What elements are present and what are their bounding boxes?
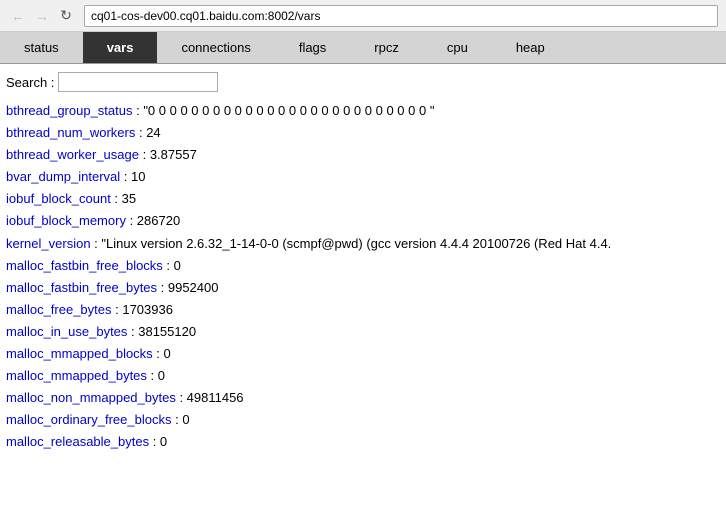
nav-buttons: ← → ↻ [8, 6, 76, 26]
var-line: malloc_mmapped_bytes : 0 [6, 365, 720, 387]
var-line: bthread_num_workers : 24 [6, 122, 720, 144]
vars-list: bthread_group_status : "0 0 0 0 0 0 0 0 … [6, 100, 720, 454]
browser-chrome: ← → ↻ [0, 0, 726, 32]
var-line: malloc_fastbin_free_blocks : 0 [6, 255, 720, 277]
var-line: bvar_dump_interval : 10 [6, 166, 720, 188]
tab-flags[interactable]: flags [275, 32, 350, 63]
var-line: malloc_free_bytes : 1703936 [6, 299, 720, 321]
var-line: malloc_in_use_bytes : 38155120 [6, 321, 720, 343]
var-line: malloc_ordinary_free_blocks : 0 [6, 409, 720, 431]
search-label: Search : [6, 75, 54, 90]
content-area: Search : bthread_group_status : "0 0 0 0… [0, 64, 726, 462]
var-line: malloc_non_mmapped_bytes : 49811456 [6, 387, 720, 409]
back-button[interactable]: ← [8, 6, 28, 26]
nav-tabs: status vars connections flags rpcz cpu h… [0, 32, 726, 64]
var-line: malloc_releasable_bytes : 0 [6, 431, 720, 453]
search-row: Search : [6, 72, 720, 92]
refresh-button[interactable]: ↻ [56, 6, 76, 26]
var-line: kernel_version : "Linux version 2.6.32_1… [6, 233, 720, 255]
var-line: iobuf_block_count : 35 [6, 188, 720, 210]
tab-heap[interactable]: heap [492, 32, 569, 63]
var-line: iobuf_block_memory : 286720 [6, 210, 720, 232]
var-line: bthread_worker_usage : 3.87557 [6, 144, 720, 166]
tab-vars[interactable]: vars [83, 32, 158, 63]
tab-connections[interactable]: connections [157, 32, 274, 63]
tab-rpcz[interactable]: rpcz [350, 32, 423, 63]
var-line: bthread_group_status : "0 0 0 0 0 0 0 0 … [6, 100, 720, 122]
forward-button[interactable]: → [32, 6, 52, 26]
search-input[interactable] [58, 72, 218, 92]
var-line: malloc_mmapped_blocks : 0 [6, 343, 720, 365]
tab-status[interactable]: status [0, 32, 83, 63]
tab-cpu[interactable]: cpu [423, 32, 492, 63]
address-bar[interactable] [84, 5, 718, 27]
var-line: malloc_fastbin_free_bytes : 9952400 [6, 277, 720, 299]
